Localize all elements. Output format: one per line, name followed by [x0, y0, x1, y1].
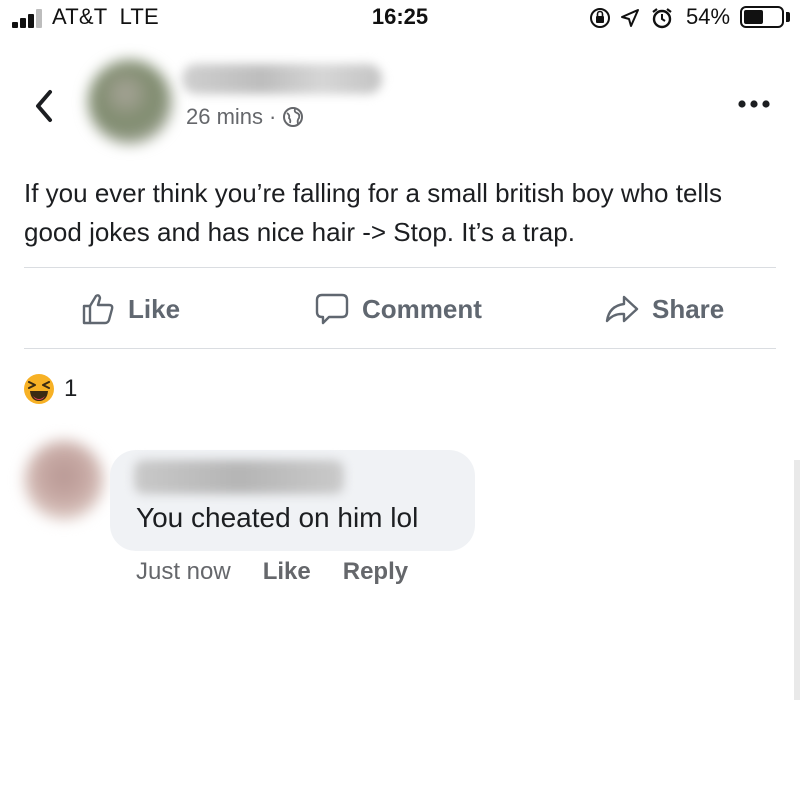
reaction-summary[interactable]: 1	[22, 372, 77, 406]
comment-reply-link[interactable]: Reply	[343, 558, 408, 586]
comment-label: Comment	[362, 293, 482, 324]
location-arrow-icon	[621, 9, 639, 27]
comment-bubble-icon	[315, 293, 349, 325]
globe-icon	[283, 107, 304, 127]
battery-fill	[744, 10, 763, 24]
post-timestamp[interactable]: 26 mins	[186, 104, 263, 130]
back-button[interactable]	[30, 88, 60, 124]
like-button[interactable]: Like	[80, 286, 180, 332]
like-label: Like	[128, 293, 181, 324]
battery-icon	[740, 6, 784, 28]
comment-meta: Just now Like Reply	[136, 558, 408, 586]
battery-tip	[786, 12, 790, 22]
post-author-name-redacted[interactable]	[182, 64, 382, 94]
share-arrow-icon	[605, 295, 639, 323]
status-bar: AT&T LTE 16:25 54%	[0, 0, 800, 36]
post-meta: 26 mins ·	[186, 104, 304, 130]
comment-text: You cheated on him lol	[136, 502, 419, 533]
more-options-button[interactable]	[734, 94, 774, 114]
post-text: If you ever think you’re falling for a s…	[24, 178, 722, 247]
screen-edge-shadow	[794, 460, 800, 700]
reaction-count: 1	[64, 375, 78, 402]
post-author-avatar[interactable]	[88, 60, 172, 144]
status-time: 16:25	[371, 4, 429, 29]
comment-like-link[interactable]: Like	[263, 558, 311, 586]
share-label: Share	[652, 293, 725, 324]
thumbs-up-icon	[82, 294, 114, 325]
laughing-emoji-icon	[24, 374, 54, 404]
battery-percentage: 54%	[686, 4, 731, 29]
alarm-icon	[652, 8, 672, 29]
orientation-lock-icon	[590, 8, 610, 28]
commenter-avatar[interactable]	[24, 440, 104, 520]
share-button[interactable]: Share	[604, 286, 724, 332]
post-divider-bottom	[24, 348, 776, 349]
meta-separator: ·	[269, 104, 277, 129]
comment-time: Just now	[136, 558, 231, 585]
post-divider-top	[24, 267, 776, 268]
commenter-name-redacted[interactable]	[134, 460, 344, 494]
comment-button[interactable]: Comment	[314, 286, 482, 332]
